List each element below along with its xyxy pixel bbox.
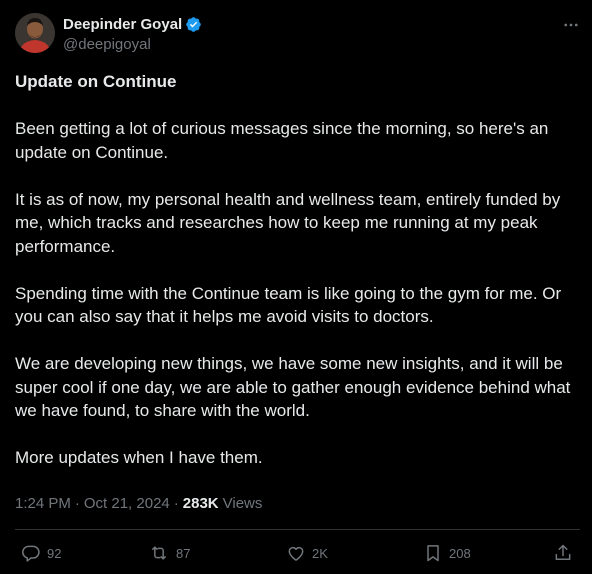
display-name-row: Deepinder Goyal — [63, 14, 202, 34]
author-handle[interactable]: @deepigoyal — [63, 36, 202, 53]
tweet-meta: 1:24 PM · Oct 21, 2024 · 283K Views — [15, 493, 262, 513]
tweet-paragraph: It is as of now, my personal health and … — [15, 189, 561, 256]
tweet-time[interactable]: 1:24 PM — [15, 495, 71, 512]
views-count[interactable]: 283K — [183, 495, 219, 512]
like-count: 2K — [312, 545, 328, 561]
bookmark-icon — [423, 543, 443, 563]
more-horizontal-icon[interactable] — [557, 15, 585, 35]
share-icon — [553, 543, 573, 563]
reply-count: 92 — [47, 545, 62, 561]
divider — [15, 529, 580, 530]
avatar[interactable] — [15, 13, 55, 53]
meta-separator: · — [173, 494, 179, 512]
like-button[interactable]: 2K — [286, 540, 328, 566]
repost-count: 87 — [176, 545, 191, 561]
action-bar: 92 87 2K 208 — [15, 540, 580, 566]
reply-icon — [21, 543, 41, 563]
reply-button[interactable]: 92 — [21, 540, 61, 566]
tweet-paragraph: Been getting a lot of curious messages s… — [15, 119, 549, 162]
repost-icon — [148, 543, 170, 563]
heart-icon — [286, 543, 306, 563]
tweet-paragraph: We are developing new things, we have so… — [15, 354, 571, 420]
tweet-paragraph: More updates when I have them. — [15, 448, 263, 467]
repost-button[interactable]: 87 — [148, 540, 190, 566]
meta-separator: · — [74, 494, 80, 512]
bookmark-button[interactable]: 208 — [423, 540, 471, 566]
author-names: Deepinder Goyal @deepigoyal — [63, 14, 202, 53]
tweet-text: Update on Continue Been getting a lot of… — [15, 70, 580, 470]
bookmark-count: 208 — [449, 545, 471, 561]
tweet-title: Update on Continue — [15, 72, 177, 91]
display-name[interactable]: Deepinder Goyal — [63, 16, 182, 33]
tweet-date[interactable]: Oct 21, 2024 — [84, 495, 170, 512]
share-button[interactable] — [553, 540, 573, 566]
tweet-card: Deepinder Goyal @deepigoyal Update on Co… — [0, 0, 592, 574]
views-label: Views — [222, 494, 263, 512]
tweet-header: Deepinder Goyal @deepigoyal — [15, 13, 585, 57]
tweet-paragraph: Spending time with the Continue team is … — [15, 283, 562, 327]
verified-badge-icon[interactable] — [185, 16, 202, 33]
